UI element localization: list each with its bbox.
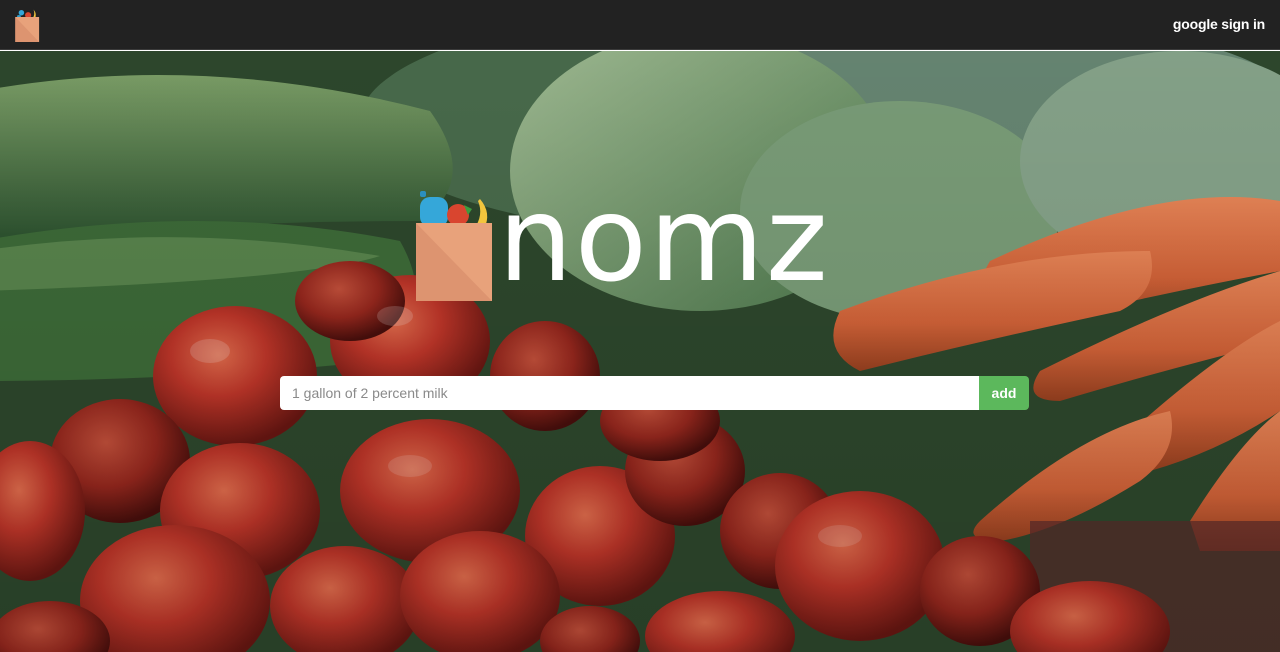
hero-section: nomz add: [0, 51, 1280, 652]
grocery-bag-icon[interactable]: [14, 6, 41, 42]
top-navbar: google sign in: [0, 0, 1280, 50]
vegetables-background-image: [0, 51, 1280, 652]
item-input[interactable]: [280, 376, 979, 410]
brand-wordmark: nomz: [498, 170, 830, 308]
add-button[interactable]: add: [979, 376, 1029, 410]
grocery-bag-icon: [416, 191, 492, 301]
add-item-form: add: [280, 376, 1029, 410]
brand-logo: nomz: [414, 179, 884, 305]
google-sign-in-link[interactable]: google sign in: [1173, 16, 1265, 32]
